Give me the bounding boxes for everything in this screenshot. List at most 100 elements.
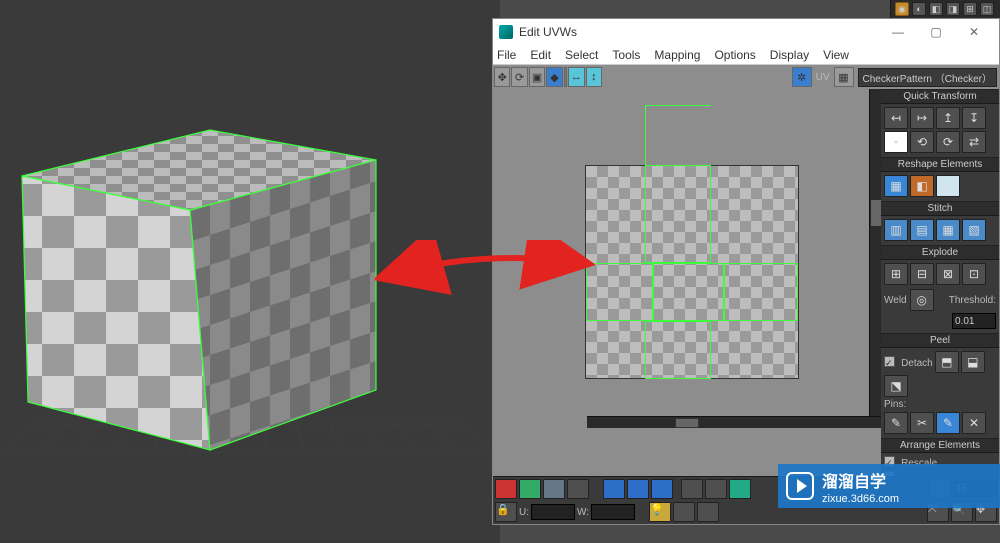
- rollhead[interactable]: Quick Transform: [881, 90, 999, 104]
- opt-2[interactable]: [697, 502, 719, 522]
- uv-seam: [652, 263, 654, 321]
- detach-checkbox[interactable]: [884, 356, 895, 367]
- menu-edit[interactable]: Edit: [530, 48, 551, 62]
- soft-sel[interactable]: [603, 479, 625, 499]
- peel-lscm[interactable]: ⬓: [961, 351, 985, 373]
- scale-tool[interactable]: ▣: [529, 67, 545, 87]
- pins-label: Pins:: [884, 399, 996, 410]
- mirror-horizontal[interactable]: ↔: [568, 67, 584, 87]
- uv-h-scrollbar[interactable]: [587, 416, 881, 428]
- rotate-ccw[interactable]: ⟲: [910, 131, 934, 153]
- rollhead[interactable]: Reshape Elements: [881, 158, 999, 172]
- grow[interactable]: [627, 479, 649, 499]
- watermark-url: zixue.3d66.com: [822, 493, 899, 505]
- uv-v-scrollbar[interactable]: [869, 89, 881, 416]
- rollhead[interactable]: Arrange Elements: [881, 439, 999, 453]
- ring[interactable]: [681, 479, 703, 499]
- stitch-1[interactable]: ▥: [884, 219, 908, 241]
- menu-file[interactable]: File: [497, 48, 516, 62]
- uv-seam: [723, 263, 725, 321]
- max-icon-2[interactable]: ◐: [912, 2, 926, 16]
- max-icon-6[interactable]: ◫: [980, 2, 994, 16]
- bulb[interactable]: 💡: [649, 502, 671, 522]
- uv-seam: [645, 105, 711, 165]
- align-right[interactable]: ↦: [910, 107, 934, 129]
- max-icon-4[interactable]: ◨: [946, 2, 960, 16]
- menu-tools[interactable]: Tools: [612, 48, 640, 62]
- lock[interactable]: 🔒: [495, 502, 517, 522]
- rotate-tool[interactable]: ⟳: [511, 67, 527, 87]
- menu-view[interactable]: View: [823, 48, 849, 62]
- weld-button[interactable]: ◎: [910, 289, 934, 311]
- stitch-2[interactable]: ▤: [910, 219, 934, 241]
- watermark-title: 溜溜自学: [822, 468, 899, 492]
- u-field[interactable]: [531, 504, 575, 520]
- app-logo-icon: [499, 25, 513, 39]
- pin-remove[interactable]: ✂: [910, 412, 934, 434]
- rollhead[interactable]: Stitch: [881, 202, 999, 216]
- maximize-button[interactable]: ▢: [917, 20, 955, 44]
- pin-clear[interactable]: ✕: [962, 412, 986, 434]
- shrink[interactable]: [651, 479, 673, 499]
- sel-element[interactable]: [567, 479, 589, 499]
- menu-mapping[interactable]: Mapping: [654, 48, 700, 62]
- explode-2[interactable]: ⊟: [910, 263, 934, 285]
- stitch-3[interactable]: ▦: [936, 219, 960, 241]
- freeform-tool[interactable]: ◆: [546, 67, 562, 87]
- options-icon[interactable]: ✲: [792, 67, 812, 87]
- straighten[interactable]: ▦: [884, 175, 908, 197]
- max-icon-5[interactable]: ⊞: [963, 2, 977, 16]
- explode-3[interactable]: ⊠: [936, 263, 960, 285]
- menu-select[interactable]: Select: [565, 48, 598, 62]
- uv-titlebar[interactable]: Edit UVWs — ▢ ✕: [493, 19, 999, 45]
- rotate-cw[interactable]: ⟳: [936, 131, 960, 153]
- stitch-4[interactable]: ▧: [962, 219, 986, 241]
- align-left[interactable]: ↤: [884, 107, 908, 129]
- uv-menubar: File Edit Select Tools Mapping Options D…: [493, 45, 999, 65]
- pin-add[interactable]: ✎: [884, 412, 908, 434]
- sel-edge[interactable]: [519, 479, 541, 499]
- uv-side-panel: Quick Transform ↤ ↦ ↥ ↧ • ⟲ ⟳ ⇄ Reshape …: [881, 89, 999, 476]
- close-button[interactable]: ✕: [955, 20, 993, 44]
- pivot-center[interactable]: •: [884, 131, 908, 153]
- paint-sel[interactable]: [729, 479, 751, 499]
- mirror-vertical[interactable]: ↕: [586, 67, 602, 87]
- rollout-quick-transform: Quick Transform ↤ ↦ ↥ ↧ • ⟲ ⟳ ⇄: [881, 89, 999, 157]
- map-dropdown[interactable]: CheckerPattern （Checker）: [858, 68, 998, 87]
- sel-face[interactable]: [543, 479, 565, 499]
- align-top[interactable]: ↥: [936, 107, 960, 129]
- max-icon-3[interactable]: ◧: [929, 2, 943, 16]
- peel-reset[interactable]: ⬔: [884, 375, 908, 397]
- watermark: 溜溜自学 zixue.3d66.com: [778, 464, 1000, 508]
- sel-vertex[interactable]: [495, 479, 517, 499]
- max-icon-1[interactable]: ◉: [895, 2, 909, 16]
- align-bottom[interactable]: ↧: [962, 107, 986, 129]
- show-map[interactable]: ▦: [834, 67, 854, 87]
- explode-1[interactable]: ⊞: [884, 263, 908, 285]
- minimize-button[interactable]: —: [879, 20, 917, 44]
- uv-seam: [645, 321, 711, 379]
- rollhead[interactable]: Explode: [881, 246, 999, 260]
- pin-active[interactable]: ✎: [936, 412, 960, 434]
- menu-options[interactable]: Options: [714, 48, 755, 62]
- uv-label: UV: [816, 72, 830, 83]
- menu-display[interactable]: Display: [770, 48, 809, 62]
- explode-4[interactable]: ⊡: [962, 263, 986, 285]
- w-field[interactable]: [591, 504, 635, 520]
- opt-1[interactable]: [673, 502, 695, 522]
- threshold-label: Threshold:: [949, 295, 996, 306]
- rollhead[interactable]: Peel: [881, 334, 999, 348]
- window-title: Edit UVWs: [519, 25, 577, 39]
- loop[interactable]: [705, 479, 727, 499]
- threshold-field[interactable]: 0.01: [952, 313, 996, 329]
- relax-until[interactable]: ◐: [936, 175, 960, 197]
- weld-label: Weld: [884, 295, 907, 306]
- flip-h[interactable]: ⇄: [962, 131, 986, 153]
- uv-seam: [586, 263, 798, 321]
- move-tool[interactable]: ✥: [494, 67, 510, 87]
- annotation-arrow: [375, 240, 605, 300]
- rollout-stitch: Stitch ▥ ▤ ▦ ▧: [881, 201, 999, 245]
- peel-quick[interactable]: ⬒: [935, 351, 959, 373]
- detach-label: Detach: [901, 358, 933, 369]
- relax[interactable]: ◧: [910, 175, 934, 197]
